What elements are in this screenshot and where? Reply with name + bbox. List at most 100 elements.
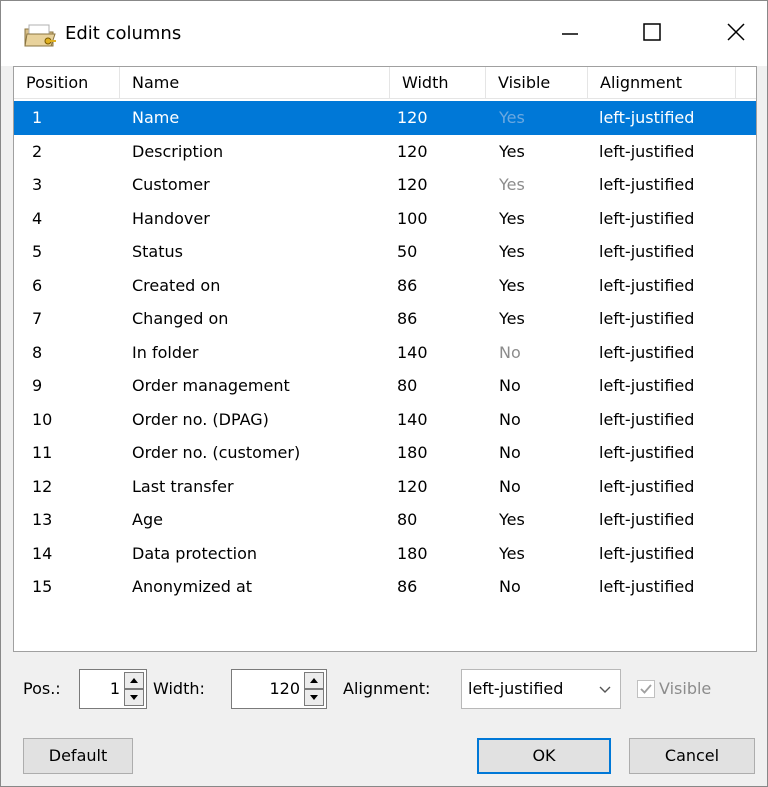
list-row[interactable]: 5 Status 50 Yes left-justified (14, 235, 756, 269)
row-width: 180 (397, 543, 428, 563)
row-width: 120 (397, 108, 428, 127)
width-spinner-arrows[interactable] (304, 672, 324, 706)
row-alignment: left-justified (599, 510, 695, 529)
row-alignment: left-justified (599, 242, 695, 261)
list-row[interactable]: 2 Description 120 Yes left-justified (14, 135, 756, 169)
spin-up-icon[interactable] (124, 672, 144, 689)
row-position: 14 (32, 543, 53, 563)
pos-spinner[interactable]: 1 (79, 669, 147, 709)
row-alignment: left-justified (599, 476, 695, 496)
row-visible: No (499, 443, 521, 462)
header-name[interactable]: Name (120, 67, 390, 99)
row-name: Created on (132, 275, 221, 295)
row-alignment: left-justified (599, 543, 695, 563)
close-button[interactable] (703, 1, 768, 66)
list-row[interactable]: 10 Order no. (DPAG) 140 No left-justified (14, 403, 756, 437)
columns-list[interactable]: Position Name Width Visible Alignment 1 N… (13, 66, 757, 652)
row-name: Order no. (DPAG) (132, 409, 269, 429)
list-row[interactable]: 3 Customer 120 Yes left-justified (14, 168, 756, 202)
list-row[interactable]: 1 Name 120 Yes left-justified (14, 101, 756, 135)
row-alignment: left-justified (599, 443, 695, 462)
row-width: 100 (397, 208, 428, 228)
cancel-button[interactable]: Cancel (629, 738, 755, 774)
row-visible: No (499, 376, 521, 395)
row-width: 140 (397, 409, 428, 429)
pos-label: Pos.: (23, 679, 61, 698)
row-width: 120 (397, 141, 428, 161)
header-width[interactable]: Width (390, 67, 486, 99)
row-position: 6 (32, 275, 43, 295)
row-width: 120 (397, 476, 428, 496)
list-row[interactable]: 9 Order management 80 No left-justified (14, 369, 756, 403)
minimize-icon (560, 22, 580, 46)
list-row[interactable]: 14 Data protection 180 Yes left-justified (14, 537, 756, 571)
row-alignment: left-justified (599, 577, 695, 596)
row-position: 10 (32, 409, 53, 429)
window-title: Edit columns (65, 23, 182, 44)
spin-down-icon[interactable] (304, 689, 324, 706)
row-position: 5 (32, 242, 43, 261)
width-spinner[interactable]: 120 (231, 669, 327, 709)
alignment-select[interactable]: left-justified (461, 669, 621, 709)
maximize-button[interactable] (619, 1, 685, 66)
row-visible: Yes (499, 175, 525, 194)
visible-checkbox[interactable] (637, 680, 655, 698)
row-visible: Yes (499, 543, 525, 563)
list-rows: 1 Name 120 Yes left-justified 2 Description 120… (14, 101, 756, 604)
row-name: Order management (132, 376, 290, 395)
row-alignment: left-justified (599, 342, 695, 362)
pos-spinner-arrows[interactable] (124, 672, 144, 706)
row-visible: Yes (499, 309, 525, 328)
row-alignment: left-justified (599, 208, 695, 228)
row-position: 9 (32, 376, 43, 395)
list-row[interactable]: 8 In folder 140 No left-justified (14, 336, 756, 370)
row-visible: Yes (499, 108, 525, 127)
chevron-down-icon (598, 682, 612, 701)
header-visible[interactable]: Visible (486, 67, 588, 99)
title-bar: Edit columns (1, 1, 767, 66)
row-width: 120 (397, 175, 428, 194)
editor-controls: Pos.: 1 Width: 120 Alignment: left-justi… (1, 656, 767, 786)
row-alignment: left-justified (599, 108, 695, 127)
row-visible: Yes (499, 275, 525, 295)
row-visible: No (499, 476, 521, 496)
header-position[interactable]: Position (14, 67, 120, 99)
visible-label: Visible (659, 679, 712, 698)
width-value: 120 (269, 679, 300, 698)
list-row[interactable]: 15 Anonymized at 86 No left-justified (14, 570, 756, 604)
row-width: 80 (397, 510, 418, 529)
row-position: 8 (32, 342, 43, 362)
list-row[interactable]: 11 Order no. (customer) 180 No left-justifie… (14, 436, 756, 470)
row-visible: Yes (499, 242, 525, 261)
list-row[interactable]: 12 Last transfer 120 No left-justified (14, 470, 756, 504)
header-alignment[interactable]: Alignment (588, 67, 736, 99)
list-row[interactable]: 7 Changed on 86 Yes left-justified (14, 302, 756, 336)
list-row[interactable]: 6 Created on 86 Yes left-justified (14, 269, 756, 303)
spin-up-icon[interactable] (304, 672, 324, 689)
row-width: 50 (397, 242, 418, 261)
checkmark-icon (640, 684, 652, 694)
row-position: 1 (32, 108, 43, 127)
folder-key-icon (23, 21, 59, 49)
row-name: Data protection (132, 543, 258, 563)
row-visible: Yes (499, 141, 525, 161)
row-name: Anonymized at (132, 577, 253, 596)
row-alignment: left-justified (599, 409, 695, 429)
spin-down-icon[interactable] (124, 689, 144, 706)
row-name: Name (132, 108, 180, 127)
list-row[interactable]: 13 Age 80 Yes left-justified (14, 503, 756, 537)
minimize-button[interactable] (537, 1, 603, 66)
list-row[interactable]: 4 Handover 100 Yes left-justified (14, 202, 756, 236)
alignment-label: Alignment: (343, 679, 431, 698)
alignment-value: left-justified (468, 679, 564, 698)
ok-button[interactable]: OK (477, 738, 611, 774)
width-label: Width: (153, 679, 205, 698)
row-alignment: left-justified (599, 175, 695, 194)
row-width: 86 (397, 309, 418, 328)
row-visible: No (499, 577, 521, 596)
row-name: In folder (132, 342, 199, 362)
row-position: 11 (32, 443, 53, 462)
default-button[interactable]: Default (23, 738, 133, 774)
row-alignment: left-justified (599, 376, 695, 395)
row-name: Status (132, 242, 183, 261)
